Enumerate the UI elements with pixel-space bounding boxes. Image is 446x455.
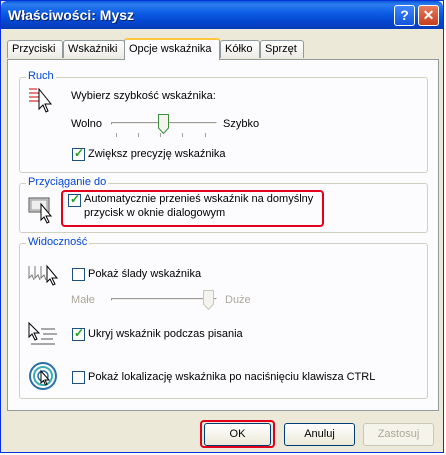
trails-slider-thumb [203,290,214,310]
checkmark-icon: ✓ [70,192,81,206]
tab-wheel[interactable]: Kółko [220,40,260,58]
locate-pointer-icon [29,362,57,390]
window-title: Właściwości: Mysz [8,7,135,23]
snap-label-line1[interactable]: Automatycznie przenieś wskaźnik na domyś… [84,193,313,205]
slow-label: Wolno [71,118,102,130]
tab-pointers[interactable]: Wskaźniki [63,40,125,58]
snap-group-label: Przyciąganie do [26,176,109,188]
visibility-group: Widoczność Pokaż ślady wskaźnika Małe Du… [19,236,428,399]
checkmark-icon: ✓ [74,326,85,340]
speed-slider-thumb[interactable] [158,114,169,134]
trails-long-label: Duże [225,294,251,306]
trails-label[interactable]: Pokaż ślady wskaźnika [88,268,201,280]
precision-checkbox[interactable]: ✓ [72,146,85,161]
apply-button[interactable]: Zastosuj [363,423,434,446]
mouse-properties-window: Właściwości: Mysz ? ✕ Przyciski Wskaźnik… [0,0,444,453]
speed-tick [182,133,183,137]
pointer-speed-icon [29,87,53,113]
hide-pointer-icon [28,321,57,345]
title-bar[interactable]: Właściwości: Mysz ? ✕ [1,1,443,29]
cancel-button[interactable]: Anuluj [284,423,355,446]
snap-group: Przyciąganie do ✓ Automatycznie przenieś… [19,176,428,233]
ctrl-locate-checkbox[interactable] [72,371,85,384]
hide-pointer-checkbox[interactable]: ✓ [72,326,85,341]
precision-label[interactable]: Zwiększ precyzję wskaźnika [88,148,226,160]
visibility-group-label: Widoczność [26,236,90,248]
help-icon[interactable]: ? [394,5,415,26]
motion-group: Ruch Wybierz szybkość wskaźnika: Wolno S… [19,70,428,173]
trails-short-label: Małe [71,294,95,306]
trails-slider-track [111,298,217,301]
tab-panel: Ruch Wybierz szybkość wskaźnika: Wolno S… [7,59,439,411]
snap-checkbox[interactable]: ✓ [68,192,81,207]
motion-group-label: Ruch [26,70,56,82]
snap-label-line2[interactable]: przycisk w oknie dialogowym [84,207,225,219]
fast-label: Szybko [223,118,260,130]
ok-button[interactable]: OK [204,423,271,446]
snap-to-icon [28,197,53,224]
speed-tick [205,133,206,137]
speed-tick [116,133,117,137]
close-icon[interactable]: ✕ [418,5,439,26]
pointer-trails-icon [28,264,59,286]
checkmark-icon: ✓ [74,146,85,160]
speed-label: Wybierz szybkość wskaźnika: [71,90,216,102]
ctrl-locate-label[interactable]: Pokaż lokalizację wskaźnika po naciśnięc… [88,371,375,383]
trails-checkbox[interactable] [72,268,85,281]
tab-pointer-options[interactable]: Opcje wskaźnika [124,38,220,60]
hide-pointer-label[interactable]: Ukryj wskaźnik podczas pisania [88,328,243,340]
tab-hardware[interactable]: Sprzęt [260,40,304,58]
speed-tick [138,133,139,137]
tab-buttons[interactable]: Przyciski [7,40,63,58]
